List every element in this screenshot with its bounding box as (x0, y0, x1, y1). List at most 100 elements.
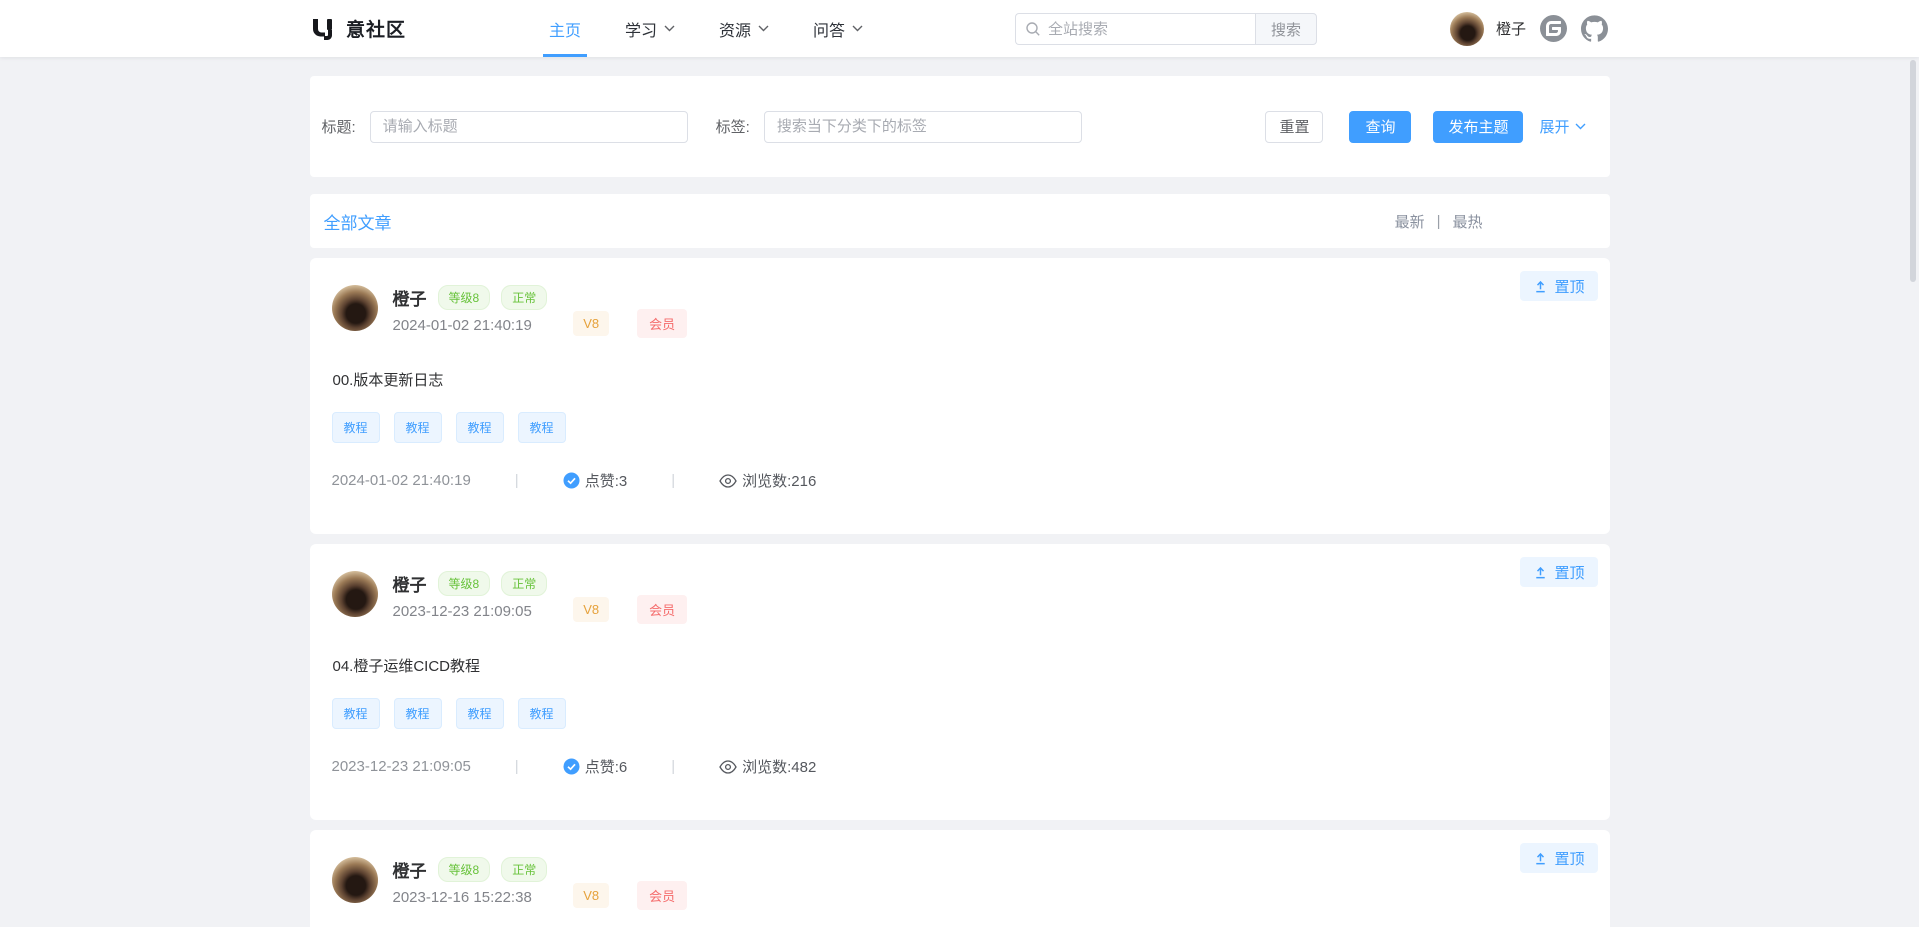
chevron-down-icon (1575, 123, 1586, 130)
status-badge: 正常 (501, 285, 547, 310)
post-tag[interactable]: 教程 (332, 412, 380, 443)
post-datetime: 2023-12-16 15:22:38 (393, 889, 548, 906)
post-tag[interactable]: 教程 (456, 698, 504, 729)
main-nav: 主页 学习 资源 问答 (549, 0, 863, 57)
vip-badge: V8 (573, 597, 609, 622)
post-title[interactable]: 04.橙子运维CICD教程 (333, 655, 1610, 676)
nav-learn-label: 学习 (625, 17, 657, 41)
views-label: 浏览数:482 (742, 756, 816, 777)
post-datetime: 2023-12-23 21:09:05 (393, 603, 548, 620)
gitee-icon[interactable] (1540, 15, 1567, 42)
nav-item-home[interactable]: 主页 (549, 0, 581, 57)
publish-topic-button[interactable]: 发布主题 (1433, 111, 1523, 143)
level-badge: 等级8 (438, 285, 491, 310)
vip-badge: V8 (573, 311, 609, 336)
nav-item-resources[interactable]: 资源 (719, 0, 769, 57)
post-tag[interactable]: 教程 (394, 412, 442, 443)
post-card: 置顶 橙子 等级8 正常 2023-12-16 15:22:38 V8 会员 (310, 830, 1610, 927)
views-stat: 浏览数:482 (719, 756, 816, 777)
search-input[interactable] (1015, 13, 1255, 45)
eye-icon (719, 474, 737, 488)
brand[interactable]: 意社区 (310, 0, 406, 57)
query-button[interactable]: 查询 (1349, 111, 1411, 143)
post-author[interactable]: 橙子 (393, 571, 427, 596)
site-logo-icon (310, 16, 336, 42)
nav-home-label: 主页 (549, 17, 581, 41)
pin-upload-icon (1533, 851, 1548, 866)
pin-button[interactable]: 置顶 (1520, 557, 1597, 587)
username[interactable]: 橙子 (1496, 18, 1526, 39)
chevron-down-icon (758, 25, 769, 32)
views-stat: 浏览数:216 (719, 470, 816, 491)
sort-hottest[interactable]: 最热 (1452, 211, 1482, 232)
tag-filter-label: 标签: (716, 116, 750, 137)
post-tag[interactable]: 教程 (456, 412, 504, 443)
like-check-icon (563, 758, 580, 775)
post-author[interactable]: 橙子 (393, 285, 427, 310)
avatar[interactable] (1450, 12, 1484, 46)
pin-button[interactable]: 置顶 (1520, 271, 1597, 301)
search-button[interactable]: 搜索 (1255, 13, 1317, 45)
level-badge: 等级8 (438, 571, 491, 596)
github-icon[interactable] (1581, 15, 1608, 42)
site-title: 意社区 (346, 15, 406, 42)
post-user-row: 橙子 等级8 正常 2023-12-23 21:09:05 V8 会员 (310, 544, 1610, 624)
expand-toggle[interactable]: 展开 (1539, 116, 1585, 137)
eye-icon (719, 760, 737, 774)
stat-divider: | (515, 758, 519, 775)
posted-at: 2023-12-23 21:09:05 (332, 758, 471, 775)
stat-divider: | (515, 472, 519, 489)
scrollbar[interactable] (1910, 60, 1916, 282)
pin-button[interactable]: 置顶 (1520, 843, 1597, 873)
sort-group: 最新 | 最热 (1395, 211, 1483, 232)
sort-newest[interactable]: 最新 (1395, 211, 1425, 232)
post-tag[interactable]: 教程 (332, 698, 380, 729)
chevron-down-icon (664, 25, 675, 32)
stat-divider: | (671, 758, 675, 775)
title-filter-input[interactable] (370, 111, 688, 143)
chevron-down-icon (852, 25, 863, 32)
post-title[interactable]: 00.版本更新日志 (333, 369, 1610, 390)
pin-label: 置顶 (1554, 562, 1584, 583)
title-filter-label: 标题: (322, 116, 356, 137)
nav-qa-label: 问答 (813, 17, 845, 41)
stats-row: 2024-01-02 21:40:19 | 点赞:3 | 浏览数:216 (332, 470, 1610, 491)
posted-at: 2024-01-02 21:40:19 (332, 472, 471, 489)
avatar[interactable] (332, 285, 378, 331)
likes-label: 点赞:3 (585, 470, 628, 491)
global-search: 搜索 (1015, 13, 1317, 45)
member-badge: 会员 (637, 881, 687, 910)
top-navbar: 意社区 主页 学习 资源 问答 搜索 橙子 (0, 0, 1919, 57)
pin-label: 置顶 (1554, 276, 1584, 297)
status-badge: 正常 (501, 571, 547, 596)
post-datetime: 2024-01-02 21:40:19 (393, 317, 548, 334)
pin-upload-icon (1533, 279, 1548, 294)
all-articles-tab[interactable]: 全部文章 (324, 209, 392, 234)
reset-button[interactable]: 重置 (1265, 111, 1323, 143)
member-badge: 会员 (637, 309, 687, 338)
post-user-row: 橙子 等级8 正常 2024-01-02 21:40:19 V8 会员 (310, 258, 1610, 338)
main-content: 标题: 标签: 重置 查询 发布主题 展开 全部文章 最新 | 最热 置顶 (310, 76, 1610, 927)
tag-filter-input[interactable] (764, 111, 1082, 143)
likes-stat: 点赞:6 (563, 756, 628, 777)
nav-resources-label: 资源 (719, 17, 751, 41)
filter-bar: 标题: 标签: 重置 查询 发布主题 展开 (310, 76, 1610, 177)
post-tag[interactable]: 教程 (394, 698, 442, 729)
stats-row: 2023-12-23 21:09:05 | 点赞:6 | 浏览数:482 (332, 756, 1610, 777)
vip-badge: V8 (573, 883, 609, 908)
post-card: 置顶 橙子 等级8 正常 2024-01-02 21:40:19 V8 会员 0… (310, 258, 1610, 534)
nav-item-qa[interactable]: 问答 (813, 0, 863, 57)
nav-item-learn[interactable]: 学习 (625, 0, 675, 57)
post-tag[interactable]: 教程 (518, 412, 566, 443)
likes-label: 点赞:6 (585, 756, 628, 777)
status-badge: 正常 (501, 857, 547, 882)
views-label: 浏览数:216 (742, 470, 816, 491)
post-author[interactable]: 橙子 (393, 857, 427, 882)
post-tag[interactable]: 教程 (518, 698, 566, 729)
pin-upload-icon (1533, 565, 1548, 580)
avatar[interactable] (332, 857, 378, 903)
post-user-row: 橙子 等级8 正常 2023-12-16 15:22:38 V8 会员 (310, 830, 1610, 910)
post-card: 置顶 橙子 等级8 正常 2023-12-23 21:09:05 V8 会员 0… (310, 544, 1610, 820)
avatar[interactable] (332, 571, 378, 617)
sort-divider: | (1437, 213, 1441, 230)
